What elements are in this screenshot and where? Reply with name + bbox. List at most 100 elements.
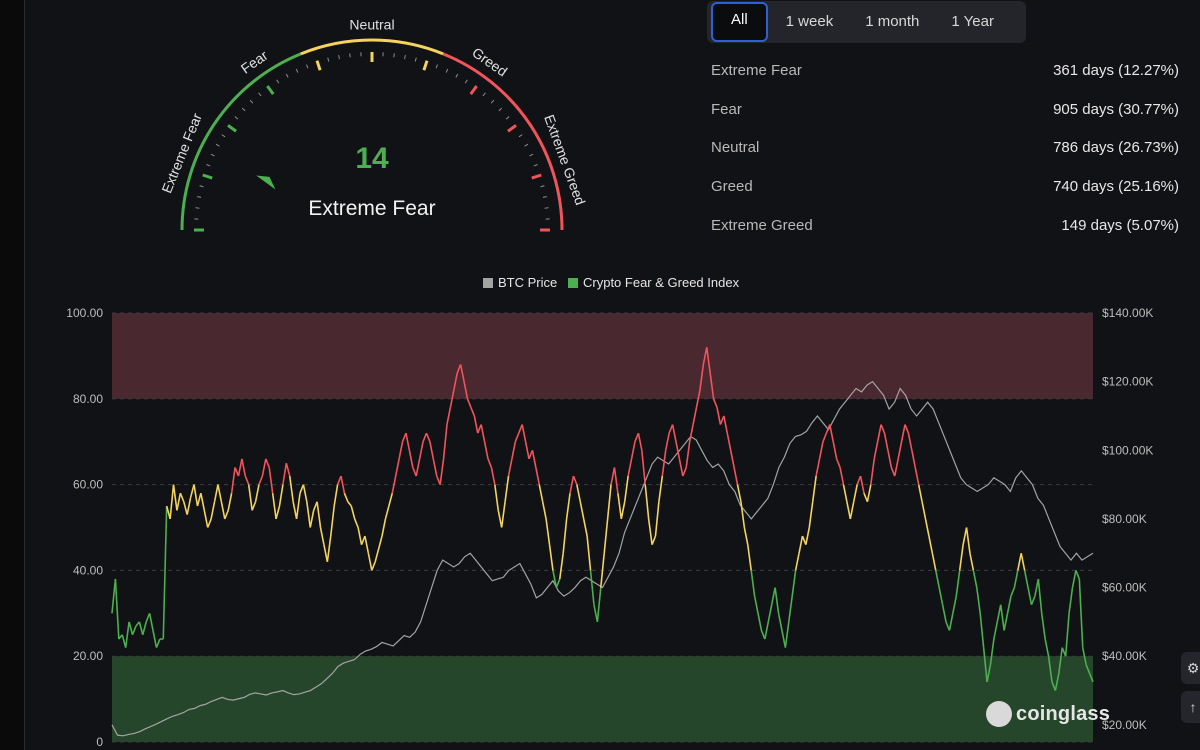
gauge-tick bbox=[498, 107, 503, 112]
fear-greed-segment bbox=[374, 548, 380, 563]
fear-greed-segment bbox=[555, 578, 561, 588]
scroll-top-icon[interactable]: ↑ bbox=[1181, 691, 1200, 723]
tab-1-week[interactable]: 1 week bbox=[772, 4, 848, 40]
fear-greed-segment bbox=[832, 441, 838, 460]
fear-greed-segment bbox=[439, 458, 445, 485]
fear-greed-segment bbox=[162, 506, 168, 640]
fear-greed-segment bbox=[398, 441, 404, 460]
fear-greed-segment bbox=[846, 501, 852, 520]
fear-greed-chart: BTC Price Crypto Fear & Greed Index 0 20.00… bbox=[66, 275, 1153, 749]
fear-greed-segment bbox=[606, 484, 612, 519]
fear-greed-segment bbox=[993, 621, 999, 640]
fear-greed-segment bbox=[746, 544, 752, 571]
stat-value: 905 days (30.77%) bbox=[1053, 100, 1179, 118]
fear-greed-segment bbox=[541, 501, 547, 520]
gauge-tick bbox=[464, 79, 468, 84]
fear-greed-segment bbox=[835, 458, 841, 468]
fear-greed-segment bbox=[1003, 613, 1009, 631]
fear-greed-segment bbox=[258, 475, 264, 485]
fear-greed-segment bbox=[688, 424, 694, 442]
fear-greed-segment bbox=[220, 501, 226, 520]
fear-greed-segment bbox=[473, 415, 479, 434]
fear-greed-segment bbox=[309, 510, 315, 528]
fear-greed-segment bbox=[1037, 578, 1043, 614]
fear-greed-segment bbox=[357, 527, 363, 545]
fear-greed-segment bbox=[1010, 587, 1016, 597]
fear-greed-segment bbox=[183, 501, 188, 515]
gauge-tick bbox=[349, 53, 351, 58]
stat-value: 361 days (12.27%) bbox=[1053, 62, 1179, 79]
stat-row-extreme-greed: Extreme Greed 149 days (5.07%) bbox=[711, 215, 1179, 254]
fear-greed-segment bbox=[948, 613, 954, 631]
fear-greed-segment bbox=[1023, 570, 1029, 588]
fear-greed-segment bbox=[350, 505, 356, 520]
fear-greed-segment bbox=[268, 467, 274, 494]
tab-all[interactable]: All bbox=[711, 2, 768, 42]
gauge-tick bbox=[533, 164, 538, 167]
fear-greed-segment bbox=[911, 450, 917, 468]
fear-greed-segment bbox=[326, 535, 332, 562]
fear-greed-segment bbox=[644, 484, 650, 519]
fear-greed-segment bbox=[893, 458, 899, 477]
fear-greed-segment bbox=[1068, 587, 1074, 614]
fear-greed-segment bbox=[176, 493, 182, 511]
fear-greed-segment bbox=[487, 458, 493, 468]
fear-greed-segment bbox=[254, 484, 260, 502]
fear-greed-segment bbox=[849, 501, 855, 520]
gauge-tick bbox=[414, 57, 417, 62]
fear-greed-segment bbox=[1064, 613, 1070, 657]
fear-greed-segment bbox=[764, 621, 770, 640]
fear-greed-segment bbox=[924, 518, 930, 537]
extreme-fear-band bbox=[112, 656, 1093, 742]
stat-label: Extreme Fear bbox=[711, 62, 802, 79]
gauge-tick bbox=[227, 124, 237, 133]
fear-greed-segment bbox=[138, 621, 144, 635]
fear-greed-segment bbox=[179, 492, 185, 503]
tab-1-month[interactable]: 1 month bbox=[851, 4, 933, 40]
gear-icon[interactable]: ⚙ bbox=[1181, 652, 1200, 684]
fear-greed-segment bbox=[237, 458, 243, 477]
gauge-tick bbox=[490, 99, 495, 104]
fear-greed-segment bbox=[1017, 553, 1023, 571]
coinglass-logo-icon bbox=[986, 701, 1012, 727]
watermark-text: coinglass bbox=[1016, 702, 1111, 725]
fear-greed-segment bbox=[757, 613, 763, 631]
fear-greed-segment bbox=[446, 407, 452, 425]
gauge-tick bbox=[455, 73, 459, 78]
fear-greed-segment bbox=[210, 501, 216, 520]
gauge-tick bbox=[276, 79, 280, 84]
tab-1-year[interactable]: 1 Year bbox=[937, 4, 1008, 40]
stat-label: Extreme Greed bbox=[711, 216, 813, 234]
fear-greed-segment bbox=[934, 570, 940, 588]
fear-greed-segment bbox=[958, 544, 964, 571]
fear-greed-segment bbox=[1027, 587, 1033, 605]
fear-greed-segment bbox=[921, 501, 927, 520]
gauge-label-greed: Greed bbox=[469, 44, 510, 79]
fear-greed-segment bbox=[124, 621, 130, 648]
fear-greed-segment bbox=[364, 535, 370, 554]
fear-greed-segment bbox=[641, 450, 647, 485]
fear-greed-segment bbox=[1078, 578, 1084, 648]
left-tick-label: 0 bbox=[96, 735, 103, 749]
gauge-tick bbox=[327, 57, 330, 62]
gauge-tick bbox=[249, 99, 254, 104]
time-range-tabs: All 1 week 1 month 1 Year bbox=[707, 1, 1026, 43]
gauge-tick bbox=[197, 196, 202, 198]
gauge-tick bbox=[315, 60, 322, 71]
fear-greed-segment bbox=[189, 484, 195, 498]
fear-greed-segment bbox=[999, 604, 1005, 631]
fear-greed-segment bbox=[319, 527, 325, 545]
fear-greed-segment bbox=[685, 441, 691, 468]
fear-greed-segment bbox=[282, 463, 288, 485]
fear-greed-segment bbox=[996, 604, 1002, 623]
fear-greed-segment bbox=[784, 621, 790, 648]
stat-value: 786 days (26.73%) bbox=[1053, 139, 1179, 157]
fear-greed-segment bbox=[340, 475, 346, 494]
legend-label: BTC Price bbox=[498, 275, 557, 290]
fear-greed-segment bbox=[750, 570, 756, 597]
fear-greed-segment bbox=[603, 518, 609, 554]
fear-greed-segment bbox=[333, 484, 339, 507]
fear-greed-segment bbox=[767, 604, 773, 623]
fear-greed-segment bbox=[781, 630, 787, 648]
gauge-tick bbox=[505, 116, 510, 120]
